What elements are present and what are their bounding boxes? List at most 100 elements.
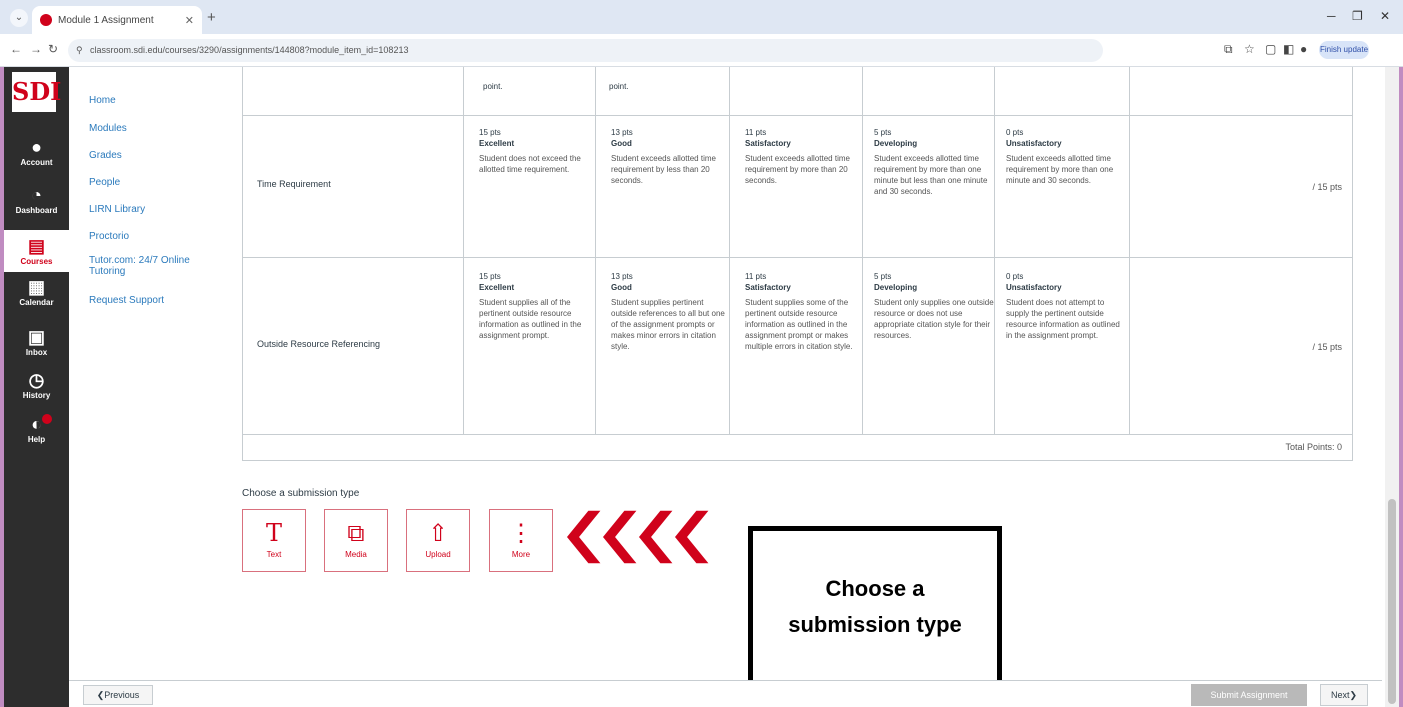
bookmark-star-icon[interactable]: ☆ [1244,42,1255,56]
nav-label: Dashboard [15,206,58,215]
submit-assignment-button[interactable]: Submit Assignment [1191,684,1307,706]
divider [729,67,730,434]
rating-points: 11 pts [745,272,767,281]
rating-points: 15 pts [479,272,501,281]
profile-avatar-icon[interactable]: ● [1300,42,1307,56]
submission-type-label: Media [345,550,367,559]
rating-label: Developing [874,139,918,148]
scrollbar-thumb[interactable] [1388,499,1396,704]
dashboard-icon: ◔ [31,185,42,205]
global-nav-courses[interactable]: ▤ Courses [4,230,69,272]
address-bar-row: ← → ↻ ⚲ classroom.sdi.edu/courses/3290/a… [0,34,1403,67]
rating-description: Student does not attempt to supply the p… [1006,298,1120,340]
rating-cell[interactable]: 11 pts Satisfactory Student exceeds allo… [745,127,865,186]
course-nav-modules[interactable]: Modules [89,123,219,134]
course-nav-tutoring[interactable]: Tutor.com: 24/7 Online Tutoring [89,255,219,277]
rating-cell[interactable]: 13 pts Good Student supplies pertinent o… [611,271,731,352]
rating-description: Student exceeds allotted time requiremen… [1006,154,1114,185]
total-points: Total Points: 0 [1285,442,1342,452]
row-points: / 15 pts [1312,342,1342,352]
global-nav-help[interactable]: ◐ Help [4,414,69,454]
rating-cell[interactable]: 11 pts Satisfactory Student supplies som… [745,271,865,352]
course-nav-people[interactable]: People [89,177,219,188]
rating-label: Excellent [479,283,515,292]
divider [243,115,1352,116]
tab-search-icon[interactable]: ⌄ [10,9,28,27]
new-tab-icon[interactable]: + [207,9,216,26]
restore-icon[interactable]: ❐ [1352,9,1363,23]
rating-cell[interactable]: 15 pts Excellent Student does not exceed… [479,127,599,175]
global-nav-account[interactable]: ● Account [4,137,69,177]
rating-points: 0 pts [1006,128,1024,137]
submission-more-button[interactable]: ⋮ More [489,509,553,572]
forward-icon[interactable]: → [30,42,42,56]
rating-cell[interactable]: 5 pts Developing Student exceeds allotte… [874,127,994,197]
next-button[interactable]: Next❯ [1320,684,1368,706]
submission-text-button[interactable]: T Text [242,509,306,572]
rating-fragment: point. [483,82,503,91]
browser-tab[interactable]: Module 1 Assignment ✕ [32,6,202,34]
divider [994,67,995,434]
reload-icon[interactable]: ↻ [48,42,58,56]
rating-points: 13 pts [611,272,633,281]
upload-icon: ⇧ [427,519,449,547]
submission-type-label: More [511,550,531,559]
nav-label: Calendar [19,298,54,307]
instruction-callout: Choose a submission type [748,526,1002,687]
tab-close-icon[interactable]: ✕ [185,14,194,27]
rating-description: Student does not exceed the allotted tim… [479,154,581,174]
rating-description: Student supplies some of the pertinent o… [745,298,853,351]
logo[interactable]: SDI [12,72,61,112]
rating-fragment: point. [609,82,629,91]
global-nav-inbox[interactable]: ▣ Inbox [4,327,69,367]
finish-update-button[interactable]: Finish update [1319,41,1369,59]
divider [243,434,1352,435]
divider [1129,67,1130,434]
rating-cell[interactable]: 13 pts Good Student exceeds allotted tim… [611,127,731,186]
window-close-icon[interactable]: ✕ [1380,9,1390,23]
side-panel-icon[interactable]: ◧ [1283,42,1294,56]
extensions-icon[interactable]: ▢ [1265,42,1276,56]
site-info-icon[interactable]: ⚲ [76,39,83,62]
course-nav-library[interactable]: LIRN Library [89,204,219,215]
notification-badge [42,414,52,424]
rating-cell[interactable]: 0 pts Unsatisfactory Student does not at… [1006,271,1126,341]
rating-cell[interactable]: 5 pts Developing Student only supplies o… [874,271,994,341]
url-bar[interactable]: ⚲ classroom.sdi.edu/courses/3290/assignm… [68,39,1103,62]
submission-type-label: Text [266,550,282,559]
rating-label: Unsatisfactory [1006,139,1062,148]
rating-description: Student supplies pertinent outside refer… [611,298,725,351]
book-icon: ▤ [27,236,45,256]
nav-label: Account [20,158,53,167]
submission-type-heading: Choose a submission type [242,488,360,499]
minimize-icon[interactable]: ─ [1327,9,1336,23]
rating-label: Satisfactory [745,139,791,148]
text-icon: T [265,519,282,547]
rating-label: Developing [874,283,918,292]
course-nav-grades[interactable]: Grades [89,150,219,161]
rubric-table: point. point. Time Requirement 15 pts Ex… [242,67,1353,461]
scrollbar[interactable] [1385,67,1399,707]
course-nav-home[interactable]: Home [89,95,219,106]
global-nav-dashboard[interactable]: ◔ Dashboard [4,185,69,225]
install-app-icon[interactable]: ⧉ [1224,42,1233,57]
previous-button[interactable]: ❮Previous [83,685,153,705]
course-nav-proctorio[interactable]: Proctorio [89,231,219,242]
more-icon: ⋮ [509,519,533,547]
divider [862,67,863,434]
divider [595,67,596,434]
rating-cell[interactable]: 0 pts Unsatisfactory Student exceeds all… [1006,127,1126,186]
submission-media-button[interactable]: ⧉ Media [324,509,388,572]
rating-points: 11 pts [745,128,767,137]
course-nav-request-support[interactable]: Request Support [89,295,219,306]
rating-label: Satisfactory [745,283,791,292]
nav-label: Help [27,435,46,444]
clock-icon: ◷ [28,370,45,390]
submission-upload-button[interactable]: ⇧ Upload [406,509,470,572]
rating-cell[interactable]: 15 pts Excellent Student supplies all of… [479,271,599,341]
rating-label: Unsatisfactory [1006,283,1062,292]
back-icon[interactable]: ← [10,42,22,56]
global-nav-calendar[interactable]: ▦ Calendar [4,277,69,317]
global-nav-history[interactable]: ◷ History [4,370,69,410]
rating-label: Excellent [479,139,515,148]
